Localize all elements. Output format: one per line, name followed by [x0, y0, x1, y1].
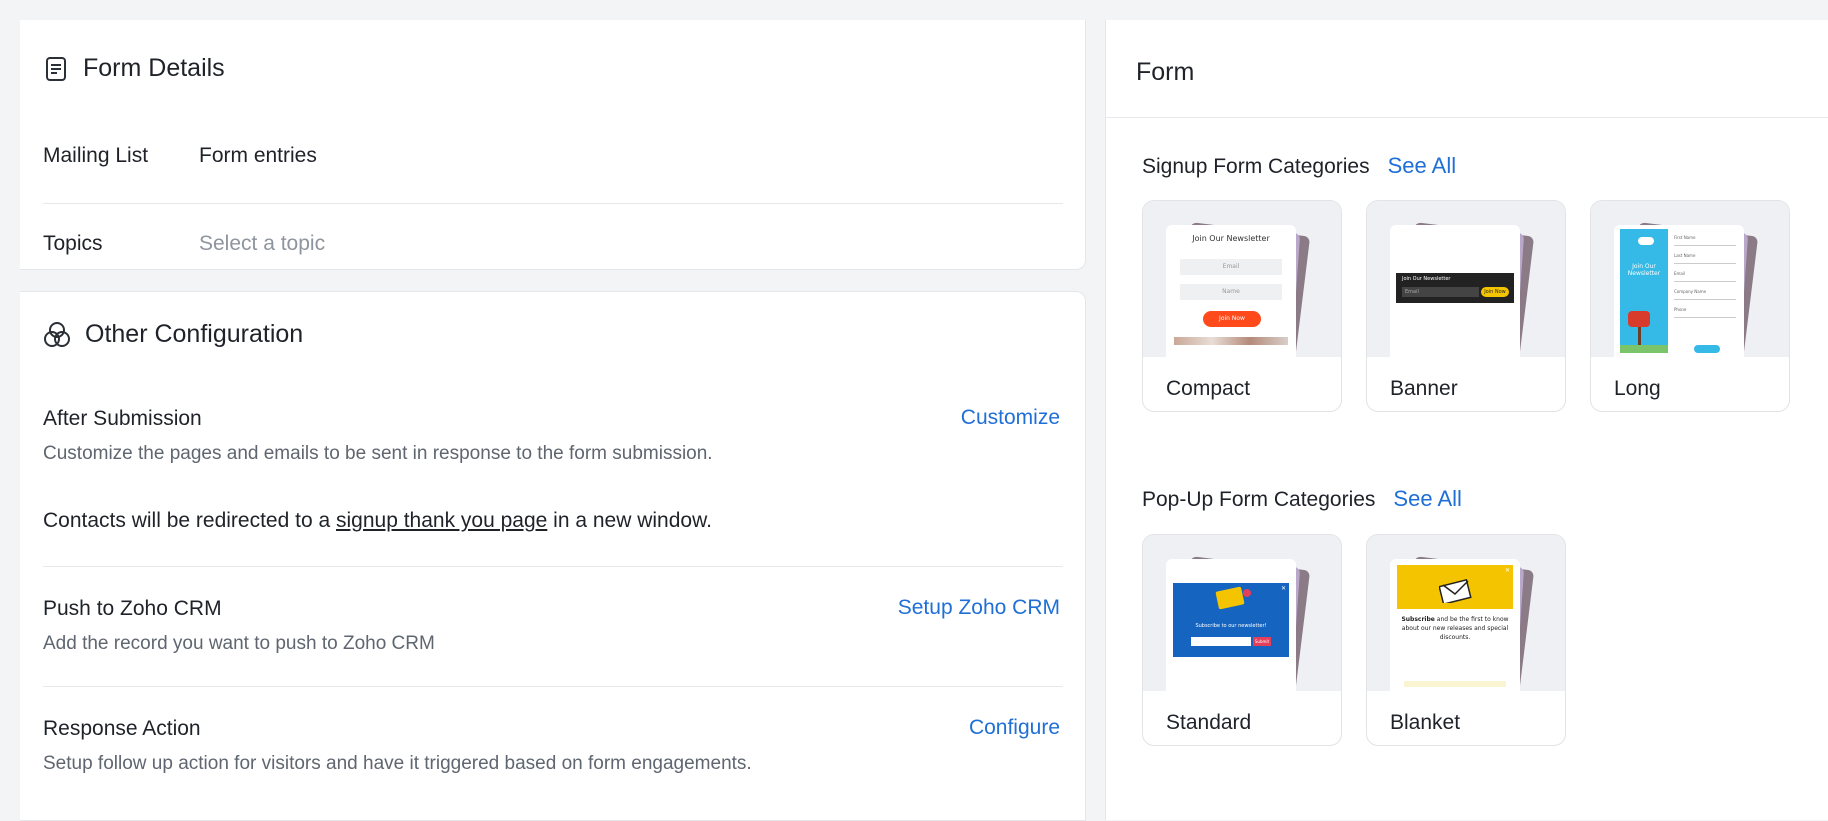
push-crm-title: Push to Zoho CRM	[43, 597, 222, 620]
overlapping-circles-icon	[43, 321, 71, 349]
response-action-description: Setup follow up action for visitors and …	[43, 753, 752, 774]
card-label: Blanket	[1390, 711, 1461, 734]
signup-categories-title: Signup Form Categories	[1142, 155, 1370, 178]
redirect-prefix: Contacts will be redirected to a	[43, 509, 331, 532]
banner-preview: Join Our Newsletter Email Join Now	[1367, 201, 1565, 357]
popup-categories-heading: Pop-Up Form Categories See All	[1142, 486, 1462, 512]
divider	[43, 686, 1063, 687]
blanket-preview: ✕ Subscribe and be the first to know abo…	[1367, 535, 1565, 691]
card-label: Banner	[1390, 377, 1458, 400]
form-card-compact[interactable]: Join Our Newsletter Email Name Join Now …	[1142, 200, 1342, 412]
form-panel: Form Signup Form Categories See All Join…	[1105, 20, 1828, 820]
standard-preview: ✕ Subscribe to our newsletter! Submit	[1143, 535, 1341, 691]
after-submission-title: After Submission	[43, 407, 202, 430]
after-submission-description: Customize the pages and emails to be sen…	[43, 443, 713, 464]
form-details-heading: Form Details	[43, 54, 225, 83]
signup-thank-you-link[interactable]: signup thank you page	[336, 509, 547, 532]
compact-preview: Join Our Newsletter Email Name Join Now	[1143, 201, 1341, 357]
topics-select[interactable]: Select a topic	[199, 232, 325, 256]
redirect-info: Contacts will be redirected to a signup …	[43, 509, 712, 533]
card-label: Long	[1614, 377, 1661, 400]
setup-zoho-crm-link[interactable]: Setup Zoho CRM	[898, 596, 1060, 620]
form-details-panel: Form Details Mailing List Form entries T…	[20, 20, 1086, 270]
form-card-standard[interactable]: ✕ Subscribe to our newsletter! Submit St…	[1142, 534, 1342, 746]
other-config-heading: Other Configuration	[43, 320, 303, 349]
divider	[43, 203, 1063, 204]
other-configuration-panel: Other Configuration After Submission Cus…	[20, 291, 1086, 821]
configure-link[interactable]: Configure	[969, 716, 1060, 740]
push-crm-description: Add the record you want to push to Zoho …	[43, 633, 435, 654]
signup-see-all-link[interactable]: See All	[1388, 153, 1457, 179]
document-icon	[43, 55, 69, 83]
other-config-title: Other Configuration	[85, 320, 304, 348]
response-action-title: Response Action	[43, 717, 201, 740]
mailing-list-value[interactable]: Form entries	[199, 144, 317, 168]
form-details-title: Form Details	[83, 54, 225, 82]
long-preview: Join Our Newsletter First Name Last Name…	[1591, 201, 1789, 357]
topics-label: Topics	[43, 232, 103, 255]
card-label: Standard	[1166, 711, 1252, 734]
divider	[1106, 117, 1828, 118]
redirect-suffix: in a new window.	[553, 509, 712, 532]
mailing-list-label: Mailing List	[43, 144, 149, 167]
form-card-banner[interactable]: Join Our Newsletter Email Join Now Banne…	[1366, 200, 1566, 412]
form-card-long[interactable]: Join Our Newsletter First Name Last Name…	[1590, 200, 1790, 412]
signup-categories-heading: Signup Form Categories See All	[1142, 153, 1456, 179]
popup-see-all-link[interactable]: See All	[1393, 486, 1462, 512]
divider	[43, 566, 1063, 567]
popup-categories-title: Pop-Up Form Categories	[1142, 488, 1376, 511]
customize-link[interactable]: Customize	[961, 406, 1060, 430]
card-label: Compact	[1166, 377, 1251, 400]
form-card-blanket[interactable]: ✕ Subscribe and be the first to know abo…	[1366, 534, 1566, 746]
form-panel-title: Form	[1136, 58, 1195, 86]
